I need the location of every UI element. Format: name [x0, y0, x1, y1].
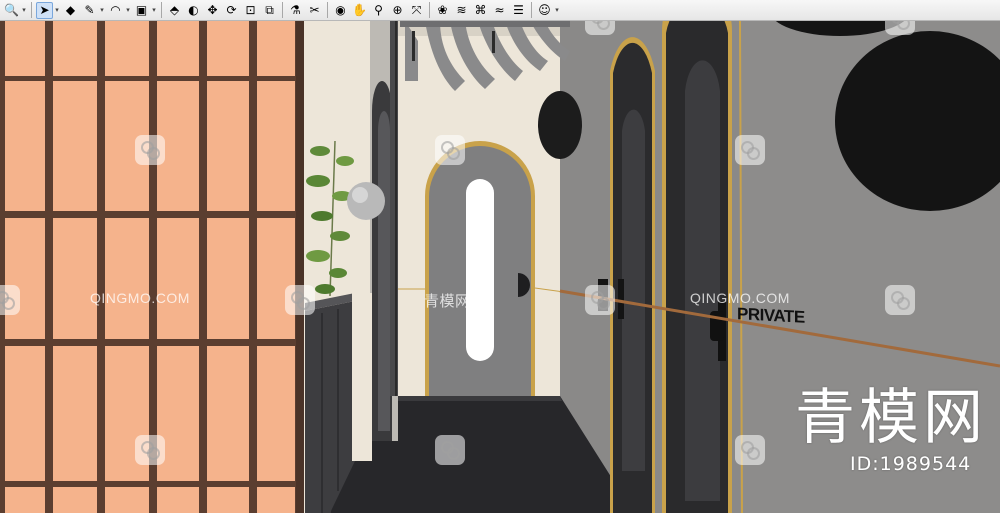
scale-icon[interactable]: ⊡	[242, 2, 259, 19]
watermark-logo	[135, 435, 165, 465]
search-icon[interactable]: 🔍	[3, 2, 20, 19]
toolbar-separator	[531, 2, 532, 18]
eraser-icon[interactable]: ◆	[62, 2, 79, 19]
toolbar-separator	[429, 2, 430, 18]
lattice-cell	[5, 21, 45, 76]
follow-me-icon[interactable]: ◐	[185, 2, 202, 19]
watermark-logo	[585, 21, 615, 35]
lattice-cell	[257, 487, 295, 513]
watermark-logo	[135, 135, 165, 165]
watermark-logo	[885, 285, 915, 315]
toolbar-separator	[31, 2, 32, 18]
lattice-cell	[257, 21, 295, 76]
zoom-extents-icon[interactable]: ⤧	[408, 2, 425, 19]
pencil-icon[interactable]: ✎	[81, 2, 98, 19]
watermark-text-cn: 青模网	[424, 293, 471, 310]
sandbox-icon[interactable]: ❀	[434, 2, 451, 19]
toolbar: 🔍 ▾ ➤ ▾ ◆ ✎ ▾ ◠ ▾ ▣ ▾ ⬘ ◐ ✥ ⟳ ⊡ ⧉ ⚗ ✂ ◉ ✋ ⚲ ⊕ ⤧ ❀ ≋ ⌘ ≈ ☰ ☺ ▾	[0, 0, 1000, 21]
select-arrow-icon[interactable]: ➤	[36, 1, 53, 19]
lattice-cell	[105, 487, 149, 513]
lattice-cell	[257, 346, 295, 481]
lattice-cell	[257, 81, 295, 211]
lattice-cell	[157, 218, 199, 339]
lattice-cell	[207, 81, 249, 211]
toolbar-separator	[327, 2, 328, 18]
lattice-cell	[5, 346, 45, 481]
dropdown-arrow-icon[interactable]: ▾	[151, 6, 157, 14]
offset-icon[interactable]: ⧉	[261, 2, 278, 19]
lattice-cell	[53, 487, 97, 513]
move-icon[interactable]: ✥	[204, 2, 221, 19]
lattice-cell	[157, 21, 199, 76]
watermark-logo	[585, 285, 615, 315]
lattice-cell	[5, 487, 45, 513]
dropdown-arrow-icon[interactable]: ▾	[54, 6, 60, 14]
lattice-cell	[53, 81, 97, 211]
pan-icon[interactable]: ✋	[351, 2, 368, 19]
door-sign: PRIVATE	[737, 304, 805, 327]
watermark-logo	[735, 135, 765, 165]
drape-icon[interactable]: ≈	[491, 2, 508, 19]
brand-id: ID:1989544	[850, 453, 972, 475]
lattice-cell	[207, 218, 249, 339]
paint-bucket-icon[interactable]: ⚗	[287, 2, 304, 19]
toolbar-separator	[161, 2, 162, 18]
user-icon[interactable]: ☺	[536, 2, 553, 19]
dropdown-arrow-icon[interactable]: ▾	[554, 6, 560, 14]
zoom-icon[interactable]: ⚲	[370, 2, 387, 19]
3d-viewport[interactable]: QINGMO.COM 青模网 QINGMO.COM PRIVATE 青模网 ID…	[0, 21, 1000, 513]
lattice-cell	[5, 81, 45, 211]
stamp-icon[interactable]: ⌘	[472, 2, 489, 19]
watermark-logo	[285, 285, 315, 315]
lattice-cell	[105, 21, 149, 76]
lattice-cell	[53, 21, 97, 76]
pendant-light	[347, 182, 385, 220]
smoove-icon[interactable]: ☰	[510, 2, 527, 19]
lattice-cell	[257, 218, 295, 339]
lattice-cell	[53, 218, 97, 339]
toolbar-separator	[282, 2, 283, 18]
lattice-cell	[53, 346, 97, 481]
watermark-logo	[735, 435, 765, 465]
watermark-logo	[435, 435, 465, 465]
far-door-window	[466, 179, 494, 361]
brand-watermark: 青模网	[795, 383, 987, 453]
dropdown-arrow-icon[interactable]: ▾	[99, 6, 105, 14]
watermark-text: QINGMO.COM	[90, 290, 190, 306]
watermark-logo	[435, 135, 465, 165]
lattice-cell	[157, 487, 199, 513]
lattice-cell	[207, 487, 249, 513]
lattice-cell	[207, 21, 249, 76]
zoom-window-icon[interactable]: ⊕	[389, 2, 406, 19]
arc-icon[interactable]: ◠	[107, 2, 124, 19]
push-pull-icon[interactable]: ⬘	[166, 2, 183, 19]
terrain-icon[interactable]: ≋	[453, 2, 470, 19]
orbit-icon[interactable]: ◉	[332, 2, 349, 19]
rotate-icon[interactable]: ⟳	[223, 2, 240, 19]
section-plane-icon[interactable]: ✂	[306, 2, 323, 19]
dropdown-arrow-icon[interactable]: ▾	[125, 6, 131, 14]
lattice-cell	[5, 218, 45, 339]
rectangle-icon[interactable]: ▣	[133, 2, 150, 19]
watermark-logo	[885, 21, 915, 35]
dropdown-arrow-icon[interactable]: ▾	[21, 6, 27, 14]
lattice-cell	[105, 218, 149, 339]
lattice-cell	[207, 346, 249, 481]
watermark-logo	[0, 285, 20, 315]
